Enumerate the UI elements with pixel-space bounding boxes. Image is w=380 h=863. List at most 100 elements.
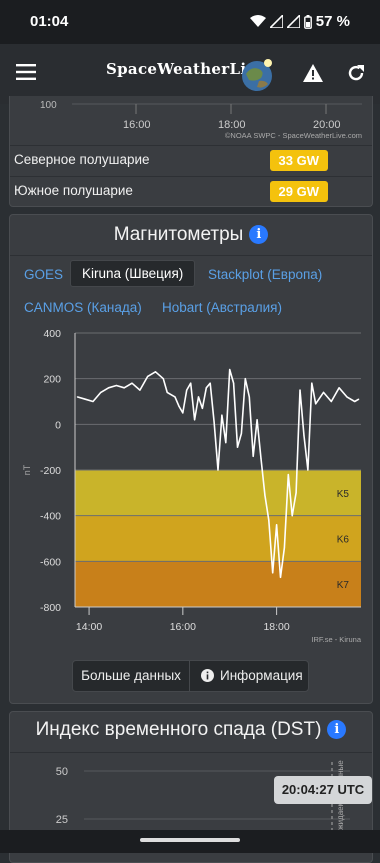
magnetometer-chart: K5 K6 K7 400 200 0 -200 -400 -600 -800 nT 14:00 16:0… [22, 328, 362, 644]
magnetometer-button-group: Больше данных Информация [72, 660, 309, 692]
hemisphere-label: Южное полушарие [14, 183, 133, 198]
data-point [76, 396, 78, 398]
k-index-label: K5 [337, 489, 350, 500]
tab-canmos[interactable]: CANMOS (Канада) [24, 300, 142, 315]
refresh-icon[interactable] [347, 64, 365, 82]
data-point [166, 391, 168, 393]
magnetometers-title-row: Магнитометры i [10, 224, 372, 246]
data-point [229, 368, 231, 371]
y-tick-label: -800 [40, 602, 61, 614]
warning-icon[interactable] [303, 64, 323, 82]
y-tick-label: 0 [55, 419, 61, 431]
dst-title-row: Индекс временного спада (DST) i [10, 719, 372, 741]
chart-credit: ©NOAA SWPC - SpaceWeatherLive.com [225, 131, 362, 140]
k-index-band [75, 470, 361, 516]
tab-hobart[interactable]: Hobart (Австралия) [162, 300, 282, 315]
signal-icon [286, 15, 300, 28]
information-button-label: Информация [220, 668, 303, 683]
app-bar: SpaceWeatherLive [0, 44, 380, 104]
status-icons: 57 % [249, 13, 350, 30]
data-point [221, 414, 223, 416]
x-tick-label: 20:00 [313, 119, 341, 131]
tab-goes[interactable]: GOES [24, 267, 63, 282]
x-tick-label: 18:00 [263, 621, 289, 633]
data-point [330, 400, 332, 403]
data-point [279, 576, 282, 578]
data-point [139, 389, 141, 391]
data-point [182, 412, 184, 414]
utc-time-badge: 20:04:27 UTC [274, 776, 372, 804]
data-point [311, 382, 313, 384]
x-tick-label: 14:00 [76, 621, 102, 633]
data-point [299, 389, 301, 391]
home-indicator[interactable] [140, 838, 240, 842]
data-point [190, 382, 192, 384]
x-tick-label: 18:00 [218, 119, 246, 131]
data-point [225, 442, 227, 444]
chart-credit: IRF.se - Kiruna [311, 635, 361, 644]
dst-title: Индекс временного спада (DST) [35, 719, 322, 740]
k-index-band [75, 515, 361, 562]
info-icon[interactable]: i [327, 720, 347, 740]
data-point [252, 455, 254, 457]
tab-stackplot[interactable]: Stackplot (Европа) [208, 267, 322, 282]
data-point [217, 469, 219, 471]
y-tick-label: 400 [43, 328, 61, 340]
hemispheric-power-card: 100 16:00 18:00 20:00 ©NOAA SWPC - Space… [9, 96, 373, 207]
k-index-label: K7 [337, 580, 350, 591]
info-circle-icon [201, 669, 214, 682]
data-point [358, 398, 360, 400]
y-tick-label: 100 [40, 100, 57, 111]
data-point [260, 457, 262, 460]
information-button[interactable]: Информация [190, 661, 308, 691]
hemisphere-power-badge: 33 GW [269, 150, 328, 171]
data-point [295, 492, 297, 494]
data-point [123, 387, 125, 389]
info-icon[interactable]: i [249, 225, 269, 245]
data-point [186, 389, 188, 391]
data-point [178, 405, 180, 407]
data-point [205, 387, 207, 389]
data-point [193, 419, 196, 421]
status-bar: 01:04 57 % [0, 0, 380, 44]
k-index-label: K6 [337, 535, 350, 546]
gesture-bar [0, 830, 380, 853]
data-point [115, 384, 118, 387]
data-point [174, 396, 176, 398]
hemisphere-power-badge: 29 GW [269, 181, 328, 202]
y-tick-label: 50 [56, 766, 68, 778]
data-point [272, 572, 274, 574]
data-point [307, 469, 309, 471]
magnetometers-title: Магнитометры [113, 224, 244, 245]
data-point [283, 547, 286, 549]
data-point [264, 494, 266, 496]
data-point [154, 371, 157, 373]
data-point [100, 391, 102, 393]
data-point [84, 398, 86, 400]
y-tick-label: 200 [43, 374, 61, 386]
y-tick-label: -600 [40, 556, 61, 568]
data-point [108, 387, 110, 389]
data-point [354, 400, 356, 403]
data-point [338, 387, 340, 389]
x-tick-label: 16:00 [123, 119, 151, 131]
signal-icon [269, 15, 283, 28]
data-point [303, 435, 305, 437]
data-point [147, 375, 149, 377]
globe-logo-icon [242, 59, 272, 91]
data-point [236, 446, 239, 448]
data-point [233, 382, 235, 384]
tab-kiruna[interactable]: Kiruna (Швеция) [70, 260, 196, 287]
menu-icon[interactable] [16, 64, 36, 80]
hemisphere-label: Северное полушарие [14, 152, 150, 167]
data-point [315, 403, 317, 405]
data-point [213, 421, 215, 423]
data-point [268, 519, 270, 521]
more-data-button[interactable]: Больше данных [73, 661, 189, 691]
y-tick-label: -200 [40, 465, 61, 477]
data-point [131, 382, 133, 384]
y-axis-label: nT [22, 464, 32, 475]
k-index-band [75, 561, 361, 607]
data-point [244, 378, 246, 380]
y-tick-label: 25 [56, 814, 68, 826]
